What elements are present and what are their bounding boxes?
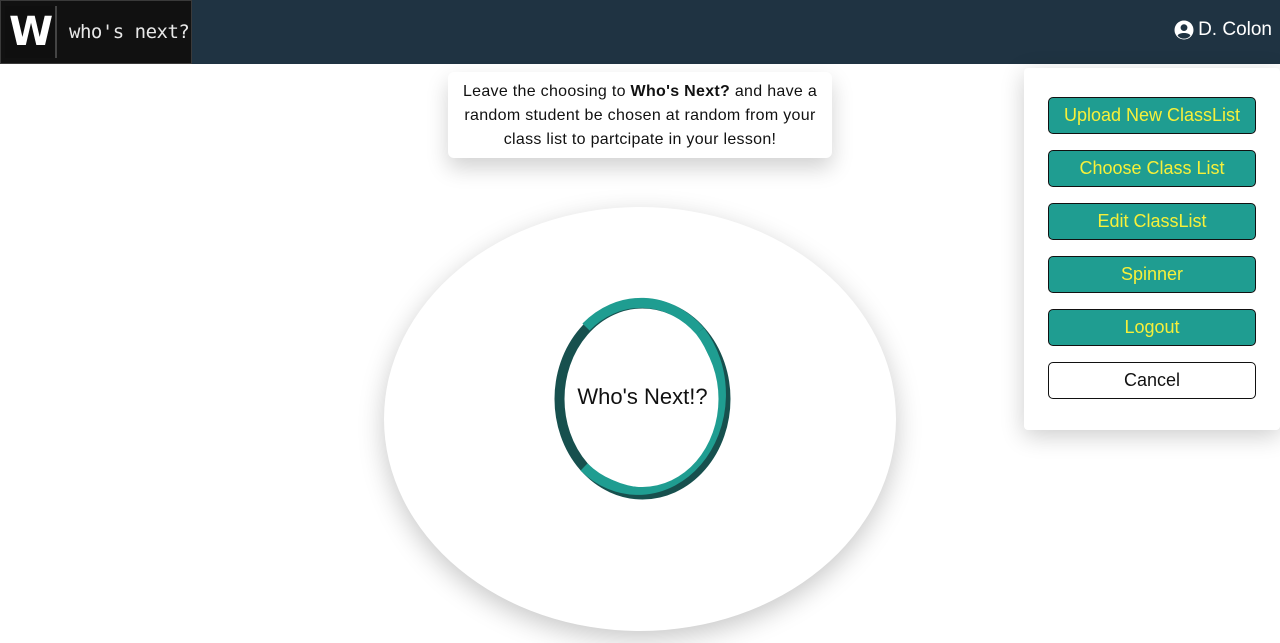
- user-circle-icon: [1174, 20, 1194, 40]
- upload-classlist-button[interactable]: Upload New ClassList: [1048, 97, 1256, 134]
- navbar: W who's next? D. Colon: [0, 0, 1280, 64]
- logout-button[interactable]: Logout: [1048, 309, 1256, 346]
- intro-card: Leave the choosing to Who's Next? and ha…: [448, 72, 832, 158]
- edit-classlist-button[interactable]: Edit ClassList: [1048, 203, 1256, 240]
- logo-mark: W: [5, 6, 57, 58]
- user-dropdown-menu: Upload New ClassList Choose Class List E…: [1024, 68, 1280, 430]
- intro-brand: Who's Next?: [630, 83, 731, 100]
- logo-letter: W: [8, 9, 53, 55]
- choose-classlist-button[interactable]: Choose Class List: [1048, 150, 1256, 187]
- cancel-button[interactable]: Cancel: [1048, 362, 1256, 399]
- logo-text: who's next?: [69, 21, 190, 43]
- user-name: D. Colon: [1198, 19, 1272, 40]
- spinner-button[interactable]: Spinner: [1048, 256, 1256, 293]
- app-logo[interactable]: W who's next?: [0, 0, 192, 64]
- intro-prefix: Leave the choosing to: [462, 83, 631, 100]
- spinner-label: Who's Next!?: [577, 384, 708, 409]
- user-menu-toggle[interactable]: D. Colon: [1174, 19, 1272, 41]
